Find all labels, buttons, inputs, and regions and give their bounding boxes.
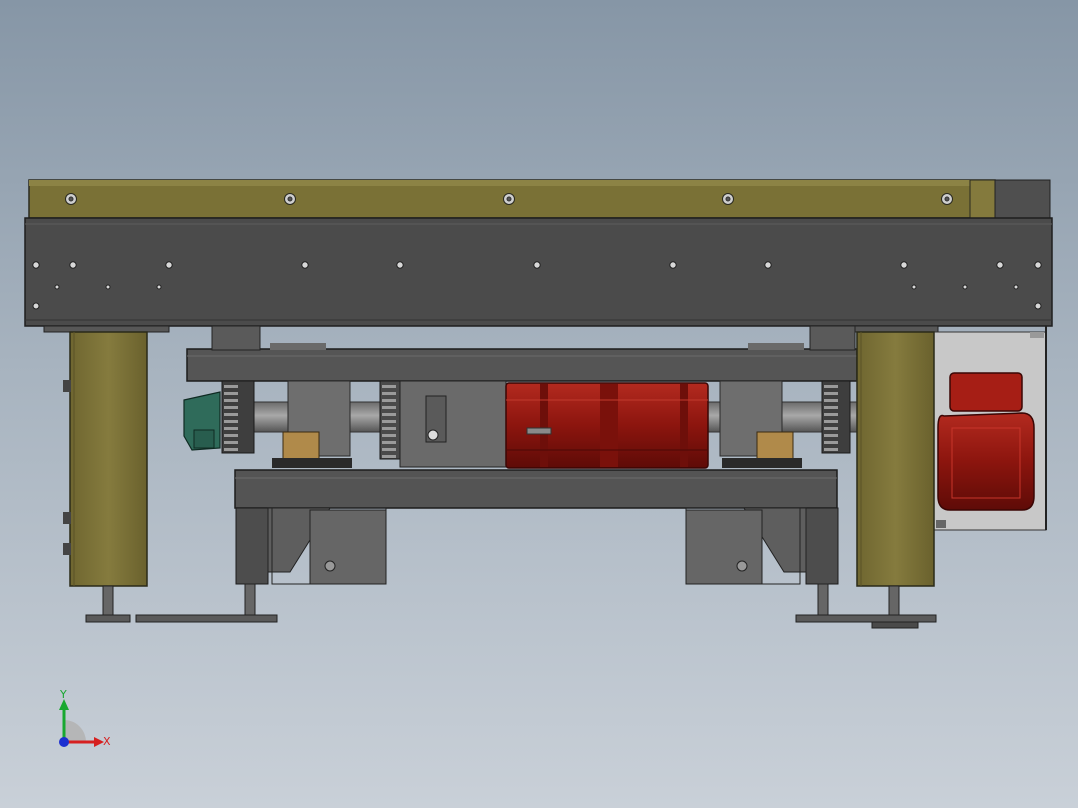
sprocket-tooth (382, 455, 396, 458)
beam-hole (533, 261, 541, 269)
triad-x-label: X (103, 735, 111, 748)
sprocket-tooth (382, 441, 396, 444)
sprocket-tooth (224, 420, 238, 423)
upper-cross-frame[interactable] (186, 325, 858, 382)
beam-hole (301, 261, 309, 269)
sprocket-tooth (382, 448, 396, 451)
beam-hole (32, 302, 40, 310)
sprocket-tooth (382, 434, 396, 437)
triad-y-label: Y (59, 688, 67, 701)
bearing-block[interactable] (183, 391, 221, 451)
beam-hole (69, 261, 77, 269)
sprocket-tooth (824, 420, 838, 423)
sprocket-tooth (824, 434, 838, 437)
rail-bolt-core (725, 196, 731, 202)
sprocket-tooth (224, 434, 238, 437)
sprocket-tooth (824, 399, 838, 402)
beam-hole (32, 261, 40, 269)
sprocket-tooth (224, 392, 238, 395)
beam-hole (1034, 302, 1042, 310)
rail-bolt-core (506, 196, 512, 202)
left-support-leg[interactable] (63, 331, 148, 587)
sprocket-tooth (224, 448, 238, 451)
beam-hole (105, 284, 111, 290)
sprocket-tooth (224, 406, 238, 409)
beam-hole (1034, 261, 1042, 269)
lower-base-frame[interactable] (234, 469, 839, 585)
sprocket-tooth (824, 413, 838, 416)
sprocket-tooth (224, 413, 238, 416)
sprocket-tooth (224, 427, 238, 430)
beam-hole (54, 284, 60, 290)
beam-hole (165, 261, 173, 269)
rail-bolt-core (287, 196, 293, 202)
leveling-feet (85, 583, 937, 629)
side-drive-motor[interactable] (936, 372, 1035, 528)
rail-bolt-core (944, 196, 950, 202)
sprocket-tooth (824, 448, 838, 451)
sprocket-tooth (382, 406, 396, 409)
sprocket-tooth (824, 392, 838, 395)
right-support-leg[interactable] (856, 331, 935, 587)
beam-hole (669, 261, 677, 269)
beam-hole (396, 261, 404, 269)
sprocket-tooth (382, 427, 396, 430)
gear-motor[interactable] (505, 382, 709, 469)
beam-hole (900, 261, 908, 269)
sprocket-tooth (382, 399, 396, 402)
beam-hole (996, 261, 1004, 269)
sprocket-tooth (224, 441, 238, 444)
rail-bolt-core (68, 196, 74, 202)
sprocket-tooth (824, 441, 838, 444)
sprocket-tooth (824, 406, 838, 409)
beam-hole (911, 284, 917, 290)
main-side-beam[interactable] (24, 217, 1053, 333)
cad-viewport[interactable]: Y X (0, 0, 1078, 808)
beam-hole (764, 261, 772, 269)
sprocket-tooth (224, 399, 238, 402)
sprocket-tooth (382, 392, 396, 395)
sprocket-tooth (824, 427, 838, 430)
view-triad: Y X (59, 688, 111, 748)
sprocket-tooth (382, 385, 396, 388)
conveyor-top-rail[interactable] (28, 179, 1051, 219)
sprocket-tooth (382, 413, 396, 416)
beam-hole (962, 284, 968, 290)
beam-hole (1013, 284, 1019, 290)
sprocket-tooth (824, 385, 838, 388)
beam-hole (156, 284, 162, 290)
motor-mount-plate (399, 380, 507, 468)
sprocket-tooth (382, 420, 396, 423)
sprocket-tooth (224, 385, 238, 388)
